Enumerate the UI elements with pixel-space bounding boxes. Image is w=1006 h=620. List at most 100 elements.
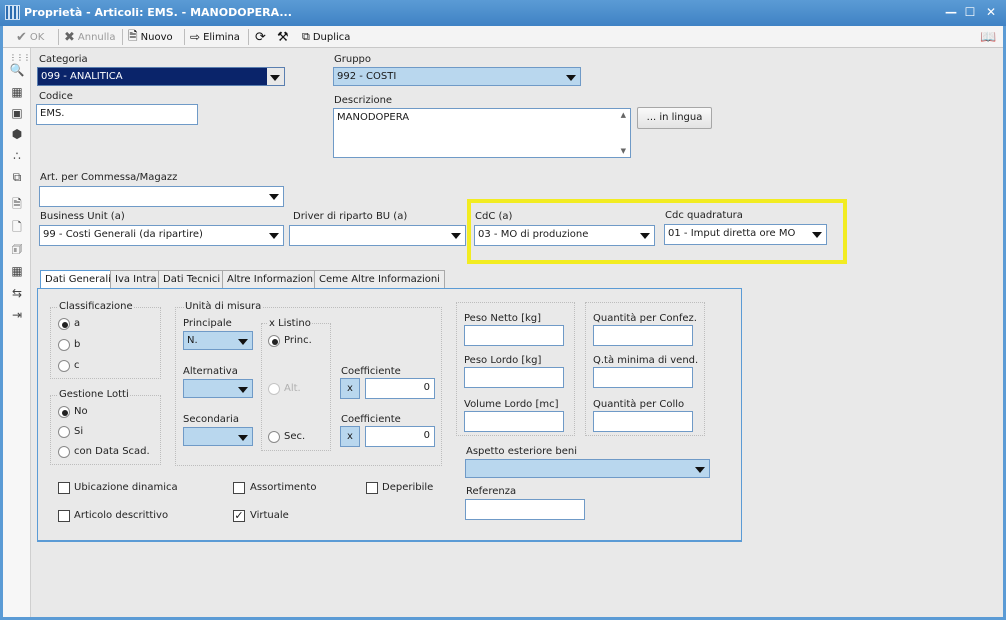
toolbar: ✔ OK ✖ Annulla 🗎 Nuovo ⇨ Elimina ⟳ ⚒ ⧉ D… bbox=[0, 26, 1006, 48]
annulla-button[interactable]: ✖ Annulla bbox=[64, 28, 115, 46]
referenza-label: Referenza bbox=[466, 486, 517, 497]
minimize-button[interactable]: — bbox=[943, 4, 959, 20]
classificazione-radio-c[interactable] bbox=[58, 360, 70, 372]
listino-radio-princ[interactable] bbox=[268, 335, 280, 347]
lotti-radio-data-scad[interactable] bbox=[58, 446, 70, 458]
coefficiente-1-field[interactable]: 0 bbox=[365, 378, 435, 399]
principale-label: Principale bbox=[183, 318, 232, 329]
copy-icon[interactable]: ⧉ bbox=[9, 169, 25, 185]
duplicate-icon: ⧉ bbox=[302, 30, 310, 43]
cdc-quadratura-label: Cdc quadratura bbox=[665, 210, 743, 221]
cdc-label: CdC (a) bbox=[475, 211, 513, 222]
x-box: x bbox=[340, 378, 360, 399]
nuovo-button[interactable]: 🗎 Nuovo bbox=[128, 28, 173, 46]
peso-lordo-label: Peso Lordo [kg] bbox=[464, 355, 542, 366]
coefficiente-2-field[interactable]: 0 bbox=[365, 426, 435, 447]
tree-icon[interactable]: ∴ bbox=[9, 148, 25, 164]
radio-label: Si bbox=[74, 426, 84, 437]
check-icon: ✔ bbox=[16, 29, 27, 45]
tools-icon: ⚒ bbox=[277, 29, 289, 45]
aspetto-combo[interactable] bbox=[465, 459, 710, 478]
radio-label: c bbox=[74, 360, 80, 371]
toolbar-separator bbox=[122, 29, 123, 45]
refresh-icon: ⟳ bbox=[255, 29, 266, 45]
codice-label: Codice bbox=[39, 91, 73, 102]
gruppo-combo[interactable]: 992 - COSTI bbox=[333, 67, 581, 86]
documents-icon[interactable]: 🗎 bbox=[9, 196, 25, 212]
classificazione-radio-a[interactable] bbox=[58, 318, 70, 330]
new-document-icon: 🗎 bbox=[128, 28, 138, 43]
ubicazione-dinamica-checkbox[interactable] bbox=[58, 482, 70, 494]
hierarchy-icon[interactable]: ▦ bbox=[9, 84, 25, 100]
qta-collo-label: Quantità per Collo bbox=[593, 399, 685, 410]
articolo-descrittivo-checkbox[interactable] bbox=[58, 510, 70, 522]
indent-icon[interactable]: ⇥ bbox=[9, 307, 25, 323]
close-button[interactable]: ✕ bbox=[983, 4, 999, 20]
lotti-radio-no[interactable] bbox=[58, 406, 70, 418]
descrizione-label: Descrizione bbox=[334, 95, 393, 106]
tab-altre-informazioni[interactable]: Altre Informazioni bbox=[222, 270, 321, 289]
cdc-quadratura-combo[interactable]: 01 - Imput diretta ore MO bbox=[664, 224, 827, 245]
tab-iva-intra[interactable]: Iva Intra bbox=[110, 270, 162, 289]
art-commessa-combo[interactable] bbox=[39, 186, 284, 207]
table-icon[interactable]: ▦ bbox=[9, 263, 25, 279]
codice-field[interactable]: EMS. bbox=[36, 104, 198, 125]
search-icon[interactable]: 🔍 bbox=[9, 62, 25, 78]
checkbox-label: Ubicazione dinamica bbox=[74, 482, 178, 493]
referenza-field[interactable] bbox=[465, 499, 585, 520]
radio-label: con Data Scad. bbox=[74, 446, 150, 457]
box-icon[interactable]: ▣ bbox=[9, 105, 25, 121]
scroll-up-icon[interactable]: ▲ bbox=[621, 111, 626, 119]
tab-dati-tecnici[interactable]: Dati Tecnici bbox=[158, 270, 226, 289]
peso-netto-field[interactable] bbox=[464, 325, 564, 346]
transfer-icon[interactable]: ⇆ bbox=[9, 285, 25, 301]
checkbox-label: Virtuale bbox=[250, 510, 289, 521]
coefficiente-label: Coefficiente bbox=[341, 366, 401, 377]
duplica-button[interactable]: ⧉ Duplica bbox=[302, 28, 350, 46]
cube-icon[interactable]: ⬢ bbox=[9, 126, 25, 142]
secondaria-label: Secondaria bbox=[183, 414, 239, 425]
qta-confez-field[interactable] bbox=[593, 325, 693, 346]
chevron-down-icon bbox=[812, 232, 822, 238]
scroll-down-icon[interactable]: ▼ bbox=[621, 147, 626, 155]
radio-label: Sec. bbox=[284, 431, 306, 442]
checkbox-label: Deperibile bbox=[382, 482, 434, 493]
alternativa-combo[interactable] bbox=[183, 379, 253, 398]
secondaria-combo[interactable] bbox=[183, 427, 253, 446]
principale-combo[interactable]: N. bbox=[183, 331, 253, 350]
maximize-button[interactable]: ☐ bbox=[962, 4, 978, 20]
qta-collo-field[interactable] bbox=[593, 411, 693, 432]
lotti-radio-si[interactable] bbox=[58, 426, 70, 438]
classificazione-radio-b[interactable] bbox=[58, 339, 70, 351]
ok-button[interactable]: ✔ OK bbox=[16, 28, 44, 46]
elimina-button[interactable]: ⇨ Elimina bbox=[190, 28, 240, 46]
tools-button[interactable]: ⚒ bbox=[277, 28, 289, 46]
delete-icon: ⇨ bbox=[190, 30, 201, 44]
in-lingua-button[interactable]: ... in lingua bbox=[637, 107, 712, 129]
tab-dati-generali[interactable]: Dati Generali bbox=[40, 270, 116, 290]
qta-confez-label: Quantità per Confez. bbox=[593, 313, 697, 324]
business-unit-combo[interactable]: 99 - Costi Generali (da ripartire) bbox=[39, 225, 284, 246]
cdc-combo[interactable]: 03 - MO di produzione bbox=[474, 225, 655, 246]
pages-icon[interactable]: 🗋 bbox=[9, 219, 25, 235]
listino-radio-alt[interactable] bbox=[268, 383, 280, 395]
listino-radio-sec[interactable] bbox=[268, 431, 280, 443]
refresh-button[interactable]: ⟳ bbox=[255, 28, 266, 46]
categoria-combo[interactable]: 099 - ANALITICA bbox=[37, 67, 285, 86]
notes-button[interactable]: 📖 bbox=[980, 28, 996, 46]
qta-minima-field[interactable] bbox=[593, 367, 693, 388]
chevron-down-icon bbox=[238, 339, 248, 345]
aspetto-label: Aspetto esteriore beni bbox=[466, 446, 577, 457]
assortimento-checkbox[interactable] bbox=[233, 482, 245, 494]
coefficiente-label: Coefficiente bbox=[341, 414, 401, 425]
deperibile-checkbox[interactable] bbox=[366, 482, 378, 494]
driver-combo[interactable] bbox=[289, 225, 466, 246]
chevron-down-icon bbox=[238, 387, 248, 393]
descrizione-textarea[interactable]: MANODOPERA ▲ ▼ bbox=[333, 108, 631, 158]
tab-ceme-altre-informazioni[interactable]: Ceme Altre Informazioni bbox=[314, 270, 445, 289]
export-icon[interactable]: 🗊 bbox=[9, 241, 25, 257]
peso-lordo-field[interactable] bbox=[464, 367, 564, 388]
volume-lordo-field[interactable] bbox=[464, 411, 564, 432]
chevron-down-icon bbox=[451, 233, 461, 239]
virtuale-checkbox[interactable]: ✓ bbox=[233, 510, 245, 522]
